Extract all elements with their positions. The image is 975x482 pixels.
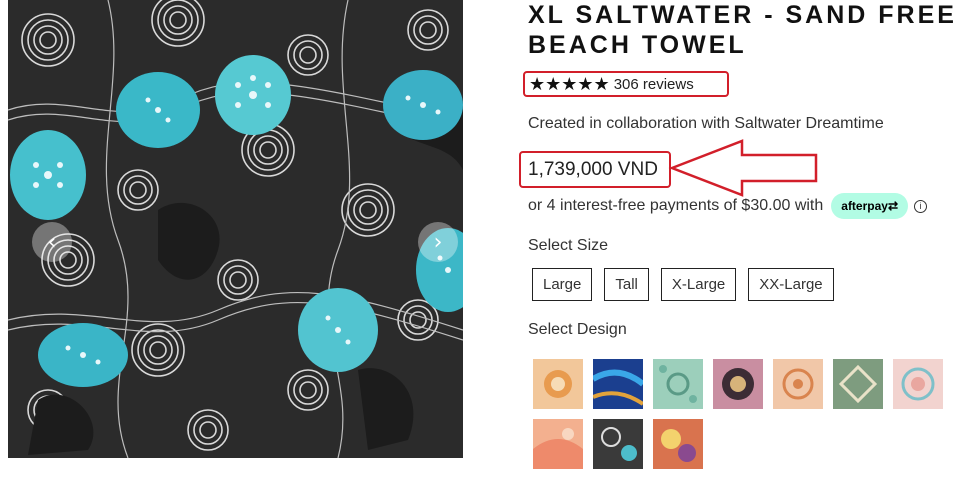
product-title: XL SALTWATER - SAND FREE BEACH TOWEL	[528, 1, 957, 59]
price: 1,739,000 VND	[519, 151, 671, 188]
installments-row: or 4 interest-free payments of $30.00 wi…	[528, 193, 928, 219]
design-swatch[interactable]	[593, 359, 643, 409]
design-swatch[interactable]	[713, 359, 763, 409]
select-size-label: Select Size	[528, 237, 609, 254]
design-swatch[interactable]	[773, 359, 823, 409]
product-image: ‹ ›	[8, 0, 463, 458]
gallery-prev-button[interactable]: ‹	[32, 222, 72, 262]
gallery-next-button[interactable]: ›	[418, 222, 458, 262]
size-options: Large Tall X-Large XX-Large	[532, 268, 834, 301]
size-option-xx-large[interactable]: XX-Large	[748, 268, 834, 301]
towel-pattern	[8, 0, 463, 458]
star-rating-icon: ★★★★★	[529, 73, 610, 95]
design-swatch[interactable]	[533, 419, 583, 469]
size-option-tall[interactable]: Tall	[604, 268, 649, 301]
collaboration-note: Created in collaboration with Saltwater …	[528, 115, 884, 132]
design-swatch[interactable]	[653, 359, 703, 409]
price-value: 1,739,000 VND	[528, 158, 658, 180]
afterpay-badge[interactable]: afterpay⇄	[831, 193, 909, 219]
design-swatch[interactable]	[653, 419, 703, 469]
info-icon[interactable]: i	[914, 199, 928, 213]
select-design-label: Select Design	[528, 321, 627, 338]
design-swatch[interactable]	[833, 359, 883, 409]
design-swatches	[533, 359, 973, 469]
design-swatch[interactable]	[593, 419, 643, 469]
rating-summary[interactable]: ★★★★★ 306 reviews	[523, 71, 729, 97]
installments-text: or 4 interest-free payments of $30.00 wi…	[528, 197, 824, 214]
annotation-arrow-icon	[668, 139, 818, 197]
design-swatch[interactable]	[533, 359, 583, 409]
size-option-large[interactable]: Large	[532, 268, 593, 301]
reviews-link[interactable]: 306 reviews	[614, 76, 694, 93]
size-option-x-large[interactable]: X-Large	[660, 268, 737, 301]
design-swatch[interactable]	[893, 359, 943, 409]
